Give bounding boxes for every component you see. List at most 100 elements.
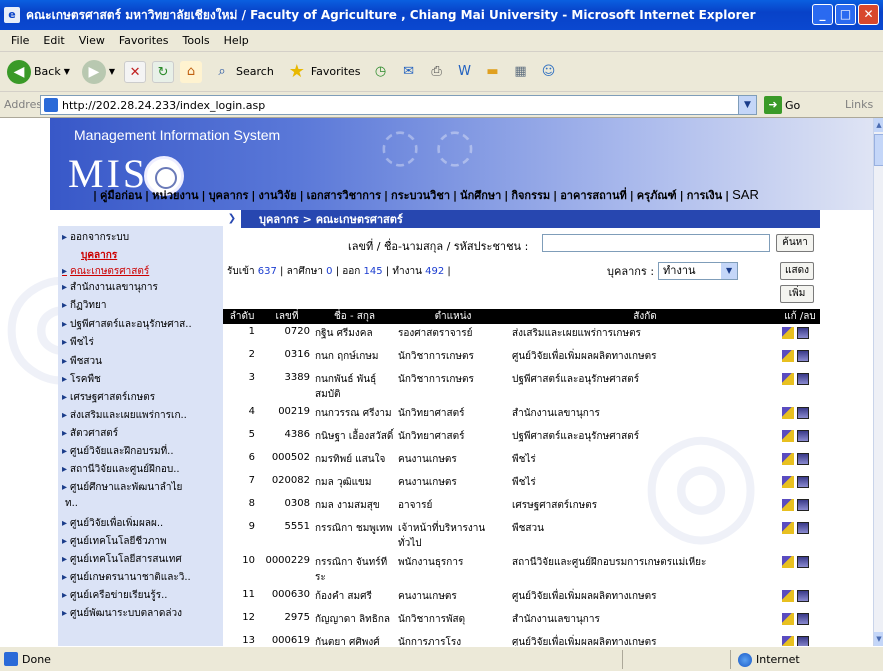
edit-icon[interactable]	[782, 636, 794, 646]
nav-activities[interactable]: กิจกรรม	[511, 189, 550, 202]
sidebar-item[interactable]: พืชไร่	[62, 335, 220, 350]
sidebar-item[interactable]: คณะเกษตรศาสตร์	[62, 264, 220, 279]
nav-courses[interactable]: กระบวนวิชา	[391, 189, 450, 202]
edit-icon[interactable]	[782, 453, 794, 465]
sidebar-item[interactable]: เศรษฐศาสตร์เกษตร	[62, 390, 220, 405]
sidebar-item[interactable]: สำนักงานเลขานุการ	[62, 280, 220, 295]
maximize-button[interactable]: □	[835, 4, 856, 25]
go-button[interactable]: ➜ Go	[764, 96, 800, 114]
sidebar-item[interactable]: พืชสวน	[62, 354, 220, 369]
menu-view[interactable]: View	[72, 34, 112, 47]
print-icon[interactable]: ⎙	[426, 61, 448, 83]
scroll-up-icon[interactable]: ▲	[874, 118, 883, 132]
edit-icon[interactable]	[782, 556, 794, 568]
edit-icon[interactable]	[782, 522, 794, 534]
folder-icon[interactable]: ▬	[482, 61, 504, 83]
delete-icon[interactable]	[797, 430, 809, 442]
sidebar-item[interactable]: ปฐพีศาสตร์และอนุรักษศาส..	[62, 317, 220, 332]
nav-finance[interactable]: การเงิน	[687, 189, 722, 202]
edit-icon[interactable]	[782, 327, 794, 339]
edit-icon[interactable]: W	[454, 61, 476, 83]
stop-icon[interactable]: ✕	[124, 60, 147, 83]
sidebar-item[interactable]: ศูนย์ศึกษาและพัฒนาลำไย	[62, 480, 220, 495]
nav-buildings[interactable]: อาคารสถานที่	[560, 189, 627, 202]
status-select[interactable]: ทำงาน ▼	[658, 262, 739, 280]
edit-icon[interactable]	[782, 590, 794, 602]
nav-personnel[interactable]: บุคลากร	[209, 189, 249, 202]
nav-equipment[interactable]: ครุภัณฑ์	[637, 189, 677, 202]
edit-icon[interactable]	[782, 613, 794, 625]
sidebar-item[interactable]: กีฏวิทยา	[62, 298, 220, 313]
count-out[interactable]: 145	[364, 266, 383, 277]
search-input[interactable]	[542, 234, 770, 252]
menu-help[interactable]: Help	[217, 34, 256, 47]
sidebar-item[interactable]: ศูนย์เทคโนโลยีชีวภาพ	[62, 534, 220, 549]
edit-icon[interactable]	[782, 499, 794, 511]
edit-icon[interactable]	[782, 430, 794, 442]
minimize-button[interactable]: _	[812, 4, 833, 25]
sidebar-item[interactable]: ส่งเสริมและเผยแพร่การเก..	[62, 408, 220, 423]
delete-icon[interactable]	[797, 499, 809, 511]
edit-icon[interactable]	[782, 350, 794, 362]
search-button[interactable]: ⌕ Search	[208, 56, 277, 88]
nav-units[interactable]: หน่วยงาน	[152, 189, 198, 202]
sidebar-item[interactable]: โรคพืช	[62, 372, 220, 387]
cell-unit: พืชสวน	[512, 523, 544, 534]
delete-icon[interactable]	[797, 556, 809, 568]
close-button[interactable]: ✕	[858, 4, 879, 25]
delete-icon[interactable]	[797, 453, 809, 465]
sidebar-item[interactable]: ศูนย์พัฒนาระบบตลาดล่วง	[62, 606, 220, 621]
links-button[interactable]: Links	[845, 98, 873, 111]
menu-tools[interactable]: Tools	[176, 34, 217, 47]
nav-documents[interactable]: เอกสารวิชาการ	[307, 189, 381, 202]
delete-icon[interactable]	[797, 613, 809, 625]
back-button[interactable]: ◀ Back ▼	[4, 56, 73, 88]
delete-icon[interactable]	[797, 522, 809, 534]
search-button[interactable]: ค้นหา	[776, 234, 814, 252]
sidebar-item[interactable]: ศูนย์เทคโนโลยีสารสนเทศ	[62, 552, 220, 567]
delete-icon[interactable]	[797, 327, 809, 339]
show-button[interactable]: แสดง	[780, 262, 814, 280]
refresh-icon[interactable]: ↻	[152, 60, 175, 83]
menu-file[interactable]: File	[4, 34, 36, 47]
count-leave[interactable]: 0	[326, 266, 332, 277]
delete-icon[interactable]	[797, 590, 809, 602]
delete-icon[interactable]	[797, 373, 809, 385]
research-icon[interactable]: ▦	[510, 61, 532, 83]
sidebar-item[interactable]: ศูนย์วิจัยและฝึกอบรมที่..	[62, 444, 220, 459]
sidebar-item[interactable]: ศูนย์เครือข่ายเรียนรู้ร..	[62, 588, 220, 603]
delete-icon[interactable]	[797, 636, 809, 646]
messenger-icon[interactable]: ☺	[538, 61, 560, 83]
address-input[interactable]: http://202.28.24.233/index_login.asp ▼	[40, 95, 757, 115]
sidebar-item[interactable]: ศูนย์เกษตรนานาชาติและวิ..	[62, 570, 220, 585]
count-work[interactable]: 492	[425, 266, 444, 277]
forward-button[interactable]: ▶ ▼	[79, 56, 118, 88]
delete-icon[interactable]	[797, 476, 809, 488]
mail-icon[interactable]: ✉	[398, 61, 420, 83]
nav-sar[interactable]: SAR	[732, 187, 759, 202]
nav-students[interactable]: นักศึกษา	[460, 189, 501, 202]
menu-edit[interactable]: Edit	[36, 34, 71, 47]
home-icon[interactable]: ⌂	[180, 60, 203, 83]
delete-icon[interactable]	[797, 350, 809, 362]
add-button[interactable]: เพิ่ม	[780, 285, 814, 303]
scroll-down-icon[interactable]: ▼	[874, 632, 883, 646]
count-in[interactable]: 637	[258, 266, 277, 277]
history-icon[interactable]: ◷	[370, 61, 392, 83]
nav-guide[interactable]: คู่มือก่อน	[100, 189, 142, 202]
scroll-thumb[interactable]	[874, 134, 883, 166]
address-dropdown-icon[interactable]: ▼	[738, 96, 756, 114]
sidebar-item[interactable]: ศูนย์วิจัยเพื่อเพิ่มผลผ..	[62, 516, 220, 531]
ie-app-icon: e	[4, 7, 20, 23]
delete-icon[interactable]	[797, 407, 809, 419]
vertical-scrollbar[interactable]: ▲ ▼	[873, 118, 883, 646]
menu-favorites[interactable]: Favorites	[112, 34, 176, 47]
edit-icon[interactable]	[782, 476, 794, 488]
sidebar-item[interactable]: สัตวศาสตร์	[62, 426, 220, 441]
edit-icon[interactable]	[782, 407, 794, 419]
sidebar-item[interactable]: สถานีวิจัยและศูนย์ฝึกอบ..	[62, 462, 220, 477]
favorites-button[interactable]: ★ Favorites	[283, 56, 364, 88]
sidebar-logout[interactable]: ออกจากระบบ	[62, 230, 220, 245]
nav-research[interactable]: งานวิจัย	[258, 189, 296, 202]
edit-icon[interactable]	[782, 373, 794, 385]
